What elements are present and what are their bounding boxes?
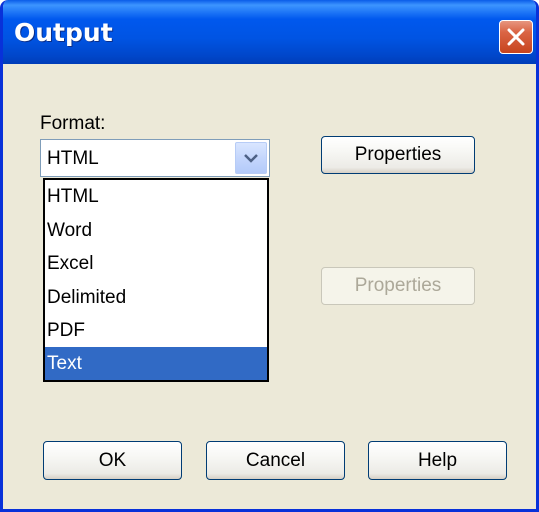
output-dialog: Output Format: HTML HTML Word Excel Deli…: [0, 0, 539, 512]
dropdown-option-text[interactable]: Text: [45, 347, 267, 380]
help-button-label: Help: [417, 450, 458, 471]
dropdown-option-word[interactable]: Word: [45, 214, 267, 247]
chevron-down-icon: [244, 154, 258, 163]
dropdown-option-delimited[interactable]: Delimited: [45, 281, 267, 314]
format-label: Format:: [40, 113, 106, 134]
close-icon: [507, 28, 525, 46]
format-dropdown-list: HTML Word Excel Delimited PDF Text: [43, 178, 269, 382]
cancel-button[interactable]: Cancel: [206, 441, 345, 480]
ok-button-label: OK: [98, 450, 127, 471]
dropdown-option-excel[interactable]: Excel: [45, 247, 267, 280]
format-selected-value: HTML: [47, 148, 99, 169]
dropdown-option-html[interactable]: HTML: [45, 180, 267, 213]
ok-button[interactable]: OK: [43, 441, 182, 480]
properties-button-disabled[interactable]: Properties: [321, 267, 475, 305]
format-select[interactable]: HTML: [40, 139, 270, 177]
title-bar[interactable]: Output: [3, 0, 536, 64]
dropdown-option-pdf[interactable]: PDF: [45, 314, 267, 347]
properties-button-disabled-label: Properties: [354, 275, 442, 296]
close-button[interactable]: [499, 20, 533, 54]
properties-button-label: Properties: [354, 144, 442, 165]
help-button[interactable]: Help: [368, 441, 507, 480]
cancel-button-label: Cancel: [245, 450, 306, 471]
dropdown-button[interactable]: [235, 142, 267, 174]
dialog-title: Output: [14, 18, 113, 47]
properties-button[interactable]: Properties: [321, 136, 475, 174]
